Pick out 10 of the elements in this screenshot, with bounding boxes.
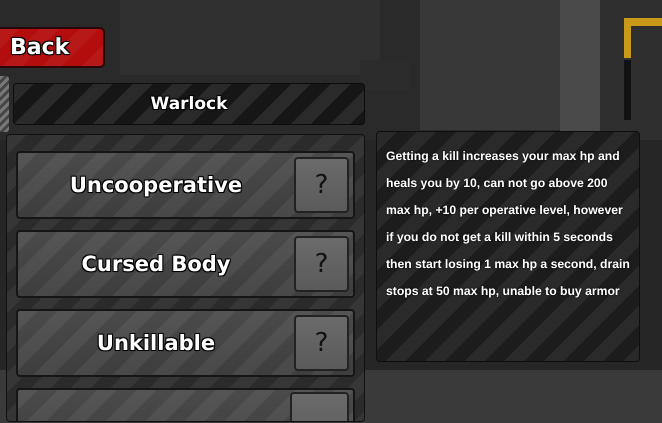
perk-name: Uncooperative xyxy=(68,173,244,197)
back-button[interactable]: Back xyxy=(0,27,105,68)
perk-name: Unkillable xyxy=(96,331,216,355)
perk-description: Getting a kill increases your max hp and heals you by 10, can not go above 200 max hp, +10 per operative level, however if you do not get a kill within 5 seconds then start losing 1 max hp a second, drain stops at 50 max hp, unable to buy armor xyxy=(386,148,631,300)
perk-option[interactable]: Uncooperative ? xyxy=(16,151,355,219)
perk-name: Cursed Body xyxy=(80,252,232,276)
scroll-handle[interactable] xyxy=(0,76,9,132)
perk-option[interactable]: Cursed Body ? xyxy=(16,230,355,298)
class-title: Warlock xyxy=(13,83,365,125)
perk-option[interactable]: Unkillable ? xyxy=(16,309,355,377)
